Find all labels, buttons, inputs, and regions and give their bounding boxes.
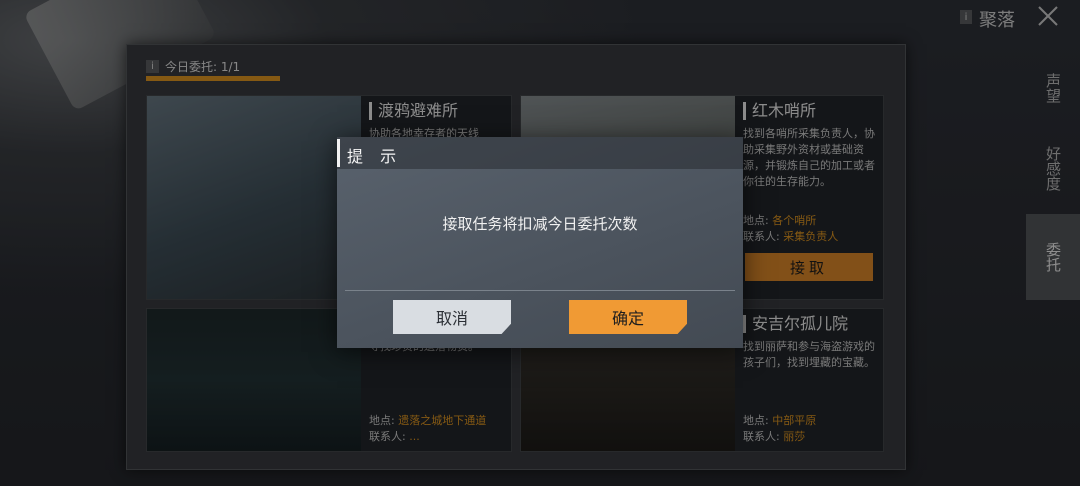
dialog-message: 接取任务将扣减今日委托次数 xyxy=(442,215,638,233)
confirm-dialog: 提 示 接取任务将扣减今日委托次数 取消 确定 xyxy=(337,137,743,348)
cancel-button[interactable]: 取消 xyxy=(393,300,511,334)
dialog-header: 提 示 xyxy=(337,137,743,169)
confirm-button[interactable]: 确定 xyxy=(569,300,687,334)
dialog-title: 提 示 xyxy=(347,147,403,166)
dialog-header-accent xyxy=(337,139,340,167)
dialog-divider xyxy=(345,290,735,291)
